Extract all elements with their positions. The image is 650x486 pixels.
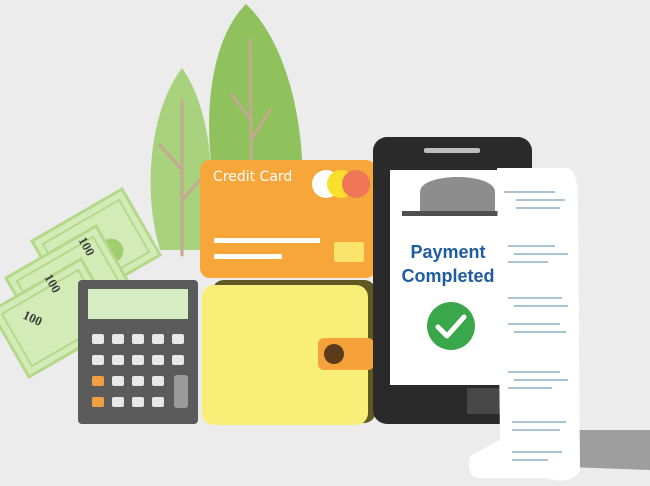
card-chip-icon [334, 242, 364, 262]
payment-illustration: 100 100 100 Credit Card Payment Complete… [0, 0, 650, 486]
payment-status-line2: Completed [401, 266, 495, 286]
wallet [202, 280, 376, 425]
calculator [78, 280, 198, 424]
card-title: Credit Card [213, 169, 293, 185]
payment-status: Payment Completed [392, 240, 504, 288]
payment-status-line1: Payment [410, 242, 486, 262]
check-icon [427, 302, 475, 350]
card-logo-icon [312, 170, 370, 198]
wallet-clasp-icon [324, 344, 344, 364]
